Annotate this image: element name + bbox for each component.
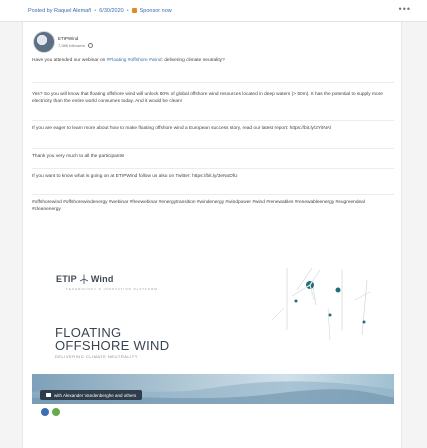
divider (32, 148, 394, 149)
hashtag-link[interactable]: #Floating (107, 58, 127, 63)
headline: FLOATING OFFSHORE WIND (55, 326, 169, 352)
author-meta: ETIPWind 7,086 followers (58, 36, 93, 48)
author-avatar[interactable] (33, 31, 55, 53)
post-paragraph-4: Thank you very much to all the participa… (32, 154, 125, 159)
hashtag-link[interactable]: #wind (149, 58, 162, 63)
post-paragraph-1: Have you attended our webinar on #Floati… (32, 58, 394, 65)
reaction-icons[interactable] (41, 408, 60, 416)
paragraph-text: Have you attended our webinar on (32, 58, 107, 63)
author-subtitle: 7,086 followers (58, 43, 93, 48)
video-icon (46, 393, 51, 397)
like-reaction-icon (41, 408, 49, 416)
logo-word-right: Wind (90, 274, 114, 284)
floating-turbines-illustration (271, 267, 371, 341)
author-followers: 7,086 followers (58, 43, 85, 48)
video-label-pill[interactable]: with Alexander Vandenberghe and others (40, 390, 143, 400)
logo-subtitle: TECHNOLOGY & INNOVATION PLATFORM (66, 287, 158, 291)
divider (32, 82, 394, 83)
author-name[interactable]: ETIPWind (58, 36, 93, 41)
banner-label: with Alexander Vandenberghe and others (54, 392, 137, 398)
author-block[interactable]: ETIPWind 7,086 followers (33, 31, 93, 53)
headline-subtitle: DELIVERING CLIMATE NEUTRALITY (55, 354, 138, 359)
post-card: ETIPWind 7,086 followers Have you attend… (22, 22, 402, 448)
post-hashtags: #offshorewind #offshorewindenergy #webin… (32, 200, 365, 212)
paragraph-text: : delivering climate neutrality? (161, 58, 225, 63)
post-paragraph-5: If you want to know what is going on at … (32, 174, 238, 179)
etipwind-logo: ETIP Wind (56, 274, 114, 284)
separator-dot: • (94, 7, 97, 14)
sponsor-link[interactable]: Sponsor now (140, 8, 172, 14)
headline-line-2: OFFSHORE WIND (55, 338, 170, 353)
posted-by-text[interactable]: Posted by Raquel Alemañ (28, 8, 91, 14)
divider (32, 120, 394, 121)
post-header: Posted by Raquel Alemañ • 6/30/2020 • Sp… (0, 0, 427, 22)
post-paragraph-3: If you are eager to learn more about how… (32, 126, 332, 131)
webinar-banner[interactable]: with Alexander Vandenberghe and others (32, 374, 394, 404)
sponsor-flag-icon (131, 8, 137, 13)
divider (32, 194, 394, 195)
post-paragraph-2: Yes? So you will know that floating offs… (32, 92, 383, 104)
globe-icon (87, 43, 93, 48)
celebrate-reaction-icon (52, 408, 60, 416)
turbine-logo-icon (79, 274, 88, 284)
divider (32, 168, 394, 169)
post-image[interactable]: ETIP Wind TECHNOLOGY & INNOVATION PLATFO… (32, 260, 394, 448)
logo-word-left: ETIP (56, 274, 77, 284)
hashtag-link[interactable]: #offshore (128, 58, 148, 63)
separator-dot: • (126, 7, 129, 14)
more-options-button[interactable]: ••• (399, 5, 411, 14)
post-date: 6/30/2020 (99, 7, 124, 14)
